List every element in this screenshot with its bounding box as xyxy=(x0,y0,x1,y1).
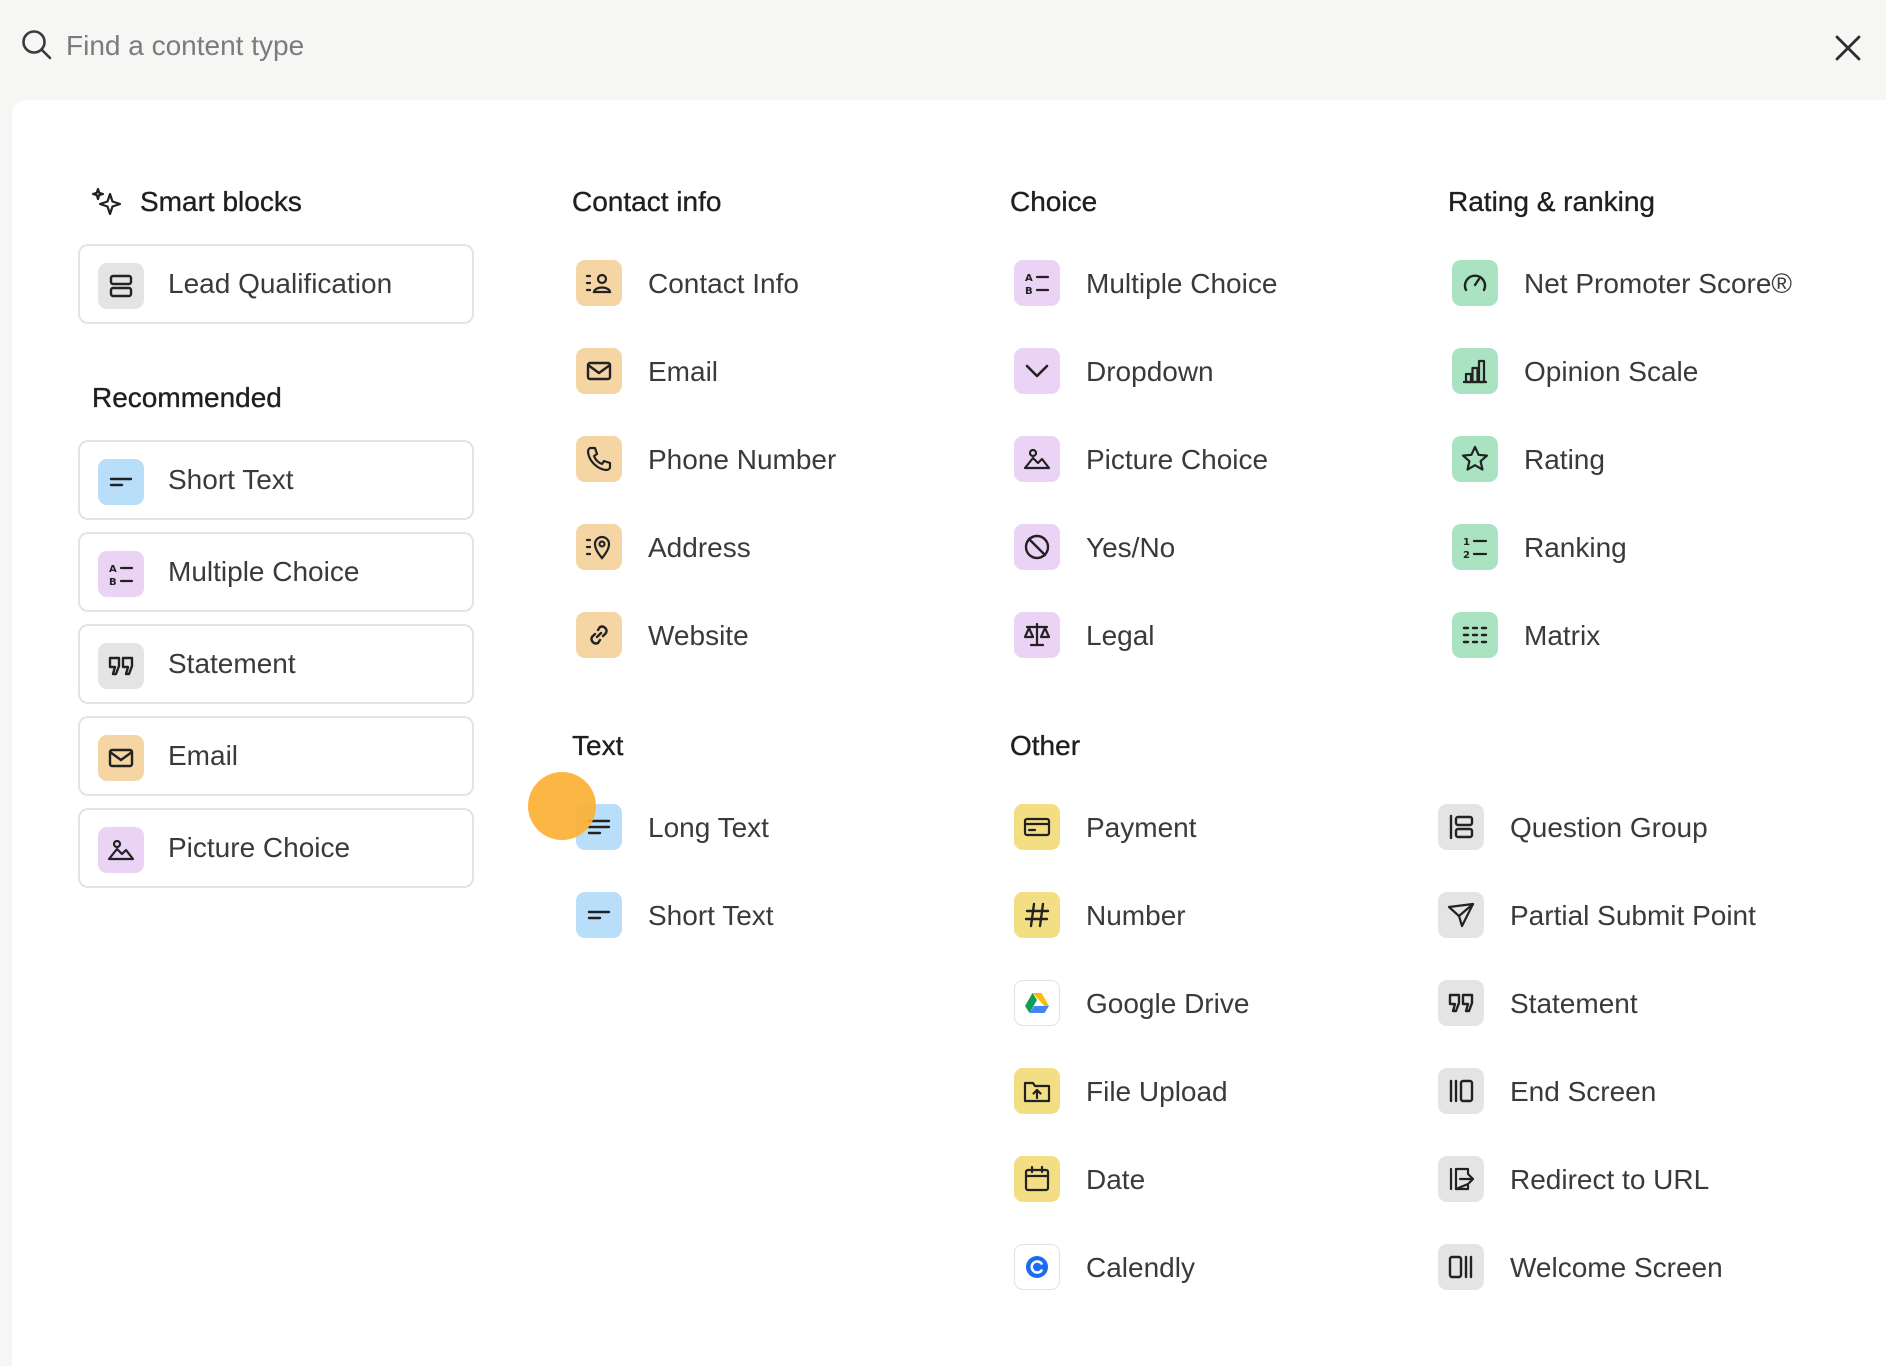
item-label: File Upload xyxy=(1086,1076,1228,1107)
ranking-icon: 12 xyxy=(1452,524,1498,570)
item-label: Calendly xyxy=(1086,1252,1195,1283)
quote-icon xyxy=(98,643,144,689)
item-label: Short Text xyxy=(648,900,774,931)
search-icon xyxy=(22,30,52,60)
item-label: Yes/No xyxy=(1086,532,1176,563)
close-icon[interactable] xyxy=(1828,28,1868,68)
welcome-screen-icon xyxy=(1438,1244,1484,1290)
bar-chart-icon xyxy=(1452,348,1498,394)
item-label: Rating xyxy=(1524,444,1605,475)
phone-icon xyxy=(576,436,622,482)
item-label: Partial Submit Point xyxy=(1510,900,1756,931)
hash-icon xyxy=(1014,892,1060,938)
quote-icon xyxy=(1438,980,1484,1026)
item-label: End Screen xyxy=(1510,1076,1657,1107)
svg-text:2: 2 xyxy=(1463,550,1470,561)
item-label: Date xyxy=(1086,1164,1146,1195)
item-label: Matrix xyxy=(1524,620,1601,651)
send-icon xyxy=(1438,892,1484,938)
stacked-boxes-icon xyxy=(98,263,144,309)
short-text-icon xyxy=(576,892,622,938)
envelope-icon xyxy=(98,735,144,781)
item-label: Multiple Choice xyxy=(1086,268,1278,299)
item-label: Long Text xyxy=(648,812,769,843)
item-label: Number xyxy=(1086,900,1186,931)
yes-no-icon xyxy=(1014,524,1060,570)
rating-ranking-heading: Rating & ranking xyxy=(1448,186,1656,217)
redirect-icon xyxy=(1438,1156,1484,1202)
item-label: Ranking xyxy=(1524,532,1627,563)
multiple-choice-icon: AB xyxy=(1014,260,1060,306)
short-text-icon xyxy=(98,459,144,505)
choice-heading: Choice xyxy=(1010,186,1098,217)
svg-text:A: A xyxy=(1025,273,1033,284)
credit-card-icon xyxy=(1014,804,1060,850)
card-label: Statement xyxy=(168,648,296,679)
envelope-icon xyxy=(576,348,622,394)
end-screen-icon xyxy=(1438,1068,1484,1114)
card-label: Lead Qualification xyxy=(168,268,393,299)
scales-icon xyxy=(1014,612,1060,658)
text-heading: Text xyxy=(572,730,624,761)
card-label: Picture Choice xyxy=(168,832,351,863)
recommended-multiple-choice[interactable]: AB Multiple Choice xyxy=(78,532,474,612)
recommended-statement[interactable]: Statement xyxy=(78,624,474,704)
smart-blocks-heading: Smart blocks xyxy=(140,186,302,217)
chevron-down-icon xyxy=(1014,348,1060,394)
search-input[interactable] xyxy=(64,22,968,70)
location-pin-icon xyxy=(576,524,622,570)
item-label: Opinion Scale xyxy=(1524,356,1699,387)
sparkle-icon xyxy=(91,187,122,216)
item-label: Redirect to URL xyxy=(1510,1164,1710,1195)
multiple-choice-icon: AB xyxy=(98,551,144,597)
lead-qualification-card[interactable]: Lead Qualification xyxy=(78,244,474,324)
google-drive-icon xyxy=(1014,980,1060,1026)
folder-upload-icon xyxy=(1014,1068,1060,1114)
contact-card-icon xyxy=(576,260,622,306)
question-group-icon xyxy=(1438,804,1484,850)
svg-text:B: B xyxy=(1025,286,1033,297)
item-label: Question Group xyxy=(1510,812,1708,843)
card-label: Multiple Choice xyxy=(168,556,360,587)
item-label: Statement xyxy=(1510,988,1638,1019)
item-label: Dropdown xyxy=(1086,356,1214,387)
calendar-icon xyxy=(1014,1156,1060,1202)
item-label: Email xyxy=(648,356,719,387)
link-icon xyxy=(576,612,622,658)
gauge-icon xyxy=(1452,260,1498,306)
card-label: Short Text xyxy=(168,464,294,495)
item-label: Payment xyxy=(1086,812,1197,843)
recommended-email[interactable]: Email xyxy=(78,716,474,796)
recommended-picture-choice[interactable]: Picture Choice xyxy=(78,808,474,888)
recommended-heading: Recommended xyxy=(92,382,282,413)
contact-info-heading: Contact info xyxy=(572,186,722,217)
cursor-indicator xyxy=(528,772,596,840)
item-label: Legal xyxy=(1086,620,1155,651)
svg-text:B: B xyxy=(109,577,117,588)
card-label: Email xyxy=(168,740,239,771)
star-icon xyxy=(1452,436,1498,482)
item-label: Google Drive xyxy=(1086,988,1250,1019)
picture-icon xyxy=(1014,436,1060,482)
item-label: Net Promoter Score® xyxy=(1524,268,1793,299)
item-label: Picture Choice xyxy=(1086,444,1269,475)
item-label: Website xyxy=(648,620,749,651)
svg-text:A: A xyxy=(109,564,117,575)
picture-icon xyxy=(98,827,144,873)
other-heading: Other xyxy=(1010,730,1081,761)
item-label: Address xyxy=(648,532,751,563)
svg-text:1: 1 xyxy=(1463,537,1470,548)
search-bar xyxy=(0,0,1886,92)
item-label: Welcome Screen xyxy=(1510,1252,1723,1283)
matrix-icon xyxy=(1452,612,1498,658)
calendly-icon xyxy=(1014,1244,1060,1290)
recommended-short-text[interactable]: Short Text xyxy=(78,440,474,520)
item-label: Phone Number xyxy=(648,444,837,475)
item-label: Contact Info xyxy=(648,268,799,299)
